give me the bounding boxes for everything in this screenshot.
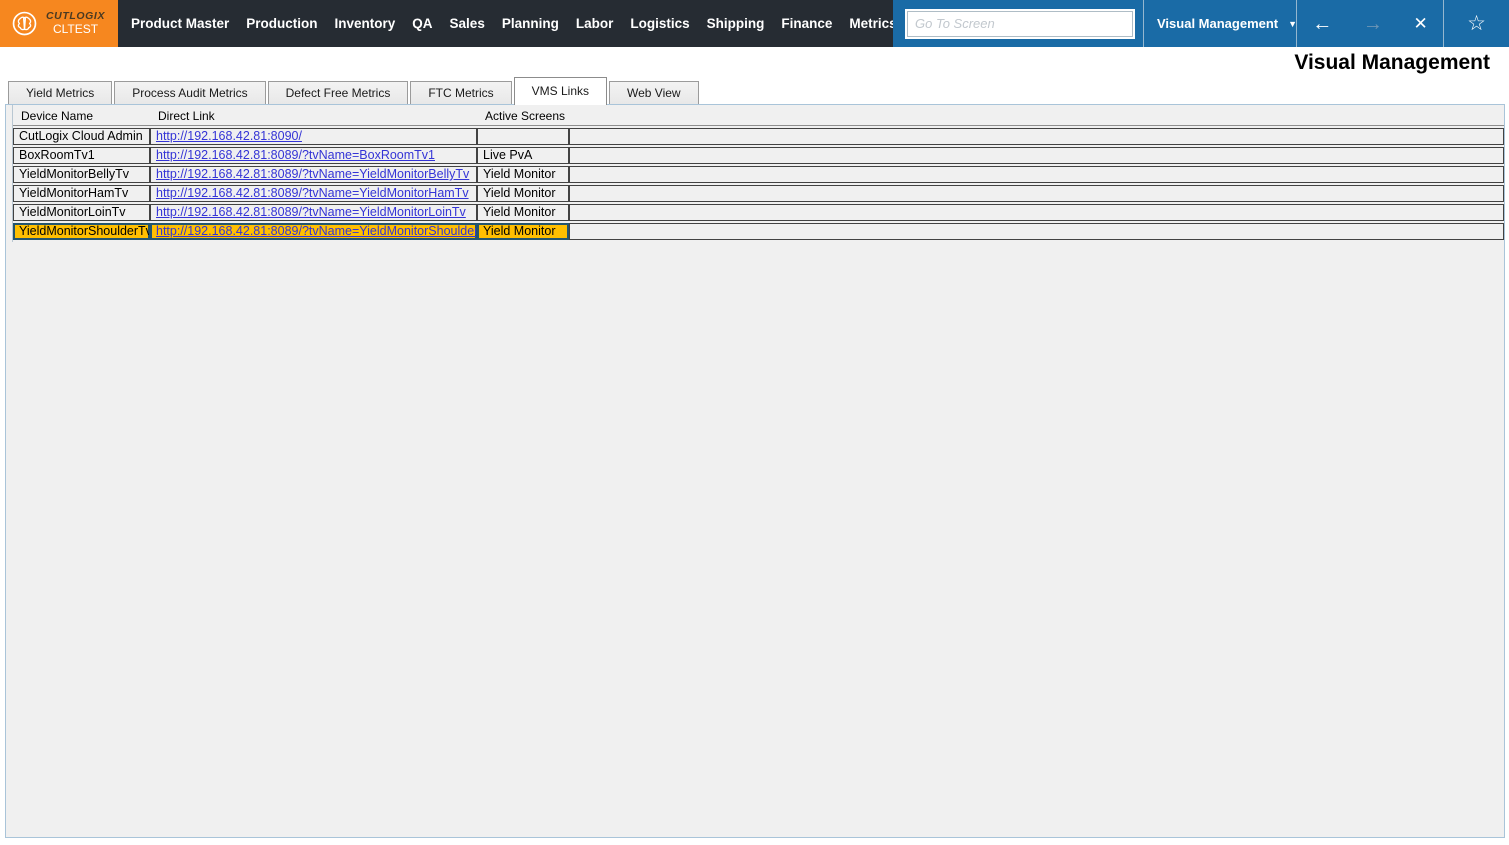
active-screens-cell[interactable]: Live PvA <box>477 147 569 164</box>
page-title: Visual Management <box>1294 51 1490 74</box>
menu-item[interactable]: Inventory <box>335 16 396 31</box>
menu-item[interactable]: Logistics <box>630 16 689 31</box>
filler-cell <box>569 128 1504 145</box>
active-screens-cell[interactable]: Yield Monitor <box>477 204 569 221</box>
direct-link[interactable]: http://192.168.42.81:8089/?tvName=YieldM… <box>156 224 476 238</box>
brand-name: CUTLOGIX <box>46 9 106 22</box>
favorite-group: ☆ <box>1444 13 1509 34</box>
tab[interactable]: VMS Links <box>513 77 608 105</box>
environment-label: CLTEST <box>52 22 99 37</box>
menu-item[interactable]: QA <box>412 16 432 31</box>
direct-link-cell[interactable]: http://192.168.42.81:8089/?tvName=YieldM… <box>150 166 477 183</box>
filler-cell <box>569 223 1504 240</box>
go-to-screen-input[interactable] <box>905 8 1135 39</box>
table-row[interactable]: YieldMonitorLoinTv http://192.168.42.81:… <box>13 204 1504 221</box>
device-links-grid: Device Name Direct Link Active Screens C… <box>12 105 1504 242</box>
vms-links-panel: Device Name Direct Link Active Screens C… <box>5 104 1505 838</box>
cutlogix-brain-logo-icon <box>12 11 37 36</box>
app-logo: CUTLOGIX CLTEST <box>0 0 118 47</box>
menu-item[interactable]: Production <box>246 16 317 31</box>
active-screens-cell[interactable] <box>477 128 569 145</box>
divider <box>1296 0 1297 47</box>
direct-link[interactable]: http://192.168.42.81:8089/?tvName=YieldM… <box>156 186 469 200</box>
table-row[interactable]: YieldMonitorShoulderTv http://192.168.42… <box>13 223 1504 240</box>
screen-selector-dropdown[interactable]: Visual Management ▼ <box>1144 16 1297 31</box>
menu-item[interactable]: Finance <box>781 16 832 31</box>
tab[interactable]: Defect Free Metrics <box>267 81 409 104</box>
device-name-cell[interactable]: YieldMonitorHamTv <box>13 185 150 202</box>
active-screens-cell[interactable]: Yield Monitor <box>477 185 569 202</box>
column-header-active-screens[interactable]: Active Screens <box>477 107 569 126</box>
filler-cell <box>569 204 1504 221</box>
filler-cell <box>569 185 1504 202</box>
table-row[interactable]: YieldMonitorHamTv http://192.168.42.81:8… <box>13 185 1504 202</box>
screen-selector-label: Visual Management <box>1157 16 1279 31</box>
close-icon[interactable]: ✕ <box>1413 15 1427 32</box>
device-name-cell[interactable]: CutLogix Cloud Admin <box>13 128 150 145</box>
divider <box>1443 0 1444 47</box>
direct-link-cell[interactable]: http://192.168.42.81:8089/?tvName=BoxRoo… <box>150 147 477 164</box>
table-row[interactable]: CutLogix Cloud Admin http://192.168.42.8… <box>13 128 1504 145</box>
direct-link-cell[interactable]: http://192.168.42.81:8089/?tvName=YieldM… <box>150 185 477 202</box>
table-row[interactable]: YieldMonitorBellyTv http://192.168.42.81… <box>13 166 1504 183</box>
direct-link-cell[interactable]: http://192.168.42.81:8090/ <box>150 128 477 145</box>
table-row[interactable]: BoxRoomTv1 http://192.168.42.81:8089/?tv… <box>13 147 1504 164</box>
direct-link-cell[interactable]: http://192.168.42.81:8089/?tvName=YieldM… <box>150 223 477 240</box>
device-links-table: Device Name Direct Link Active Screens C… <box>13 105 1504 242</box>
filler-cell <box>569 166 1504 183</box>
tab[interactable]: Yield Metrics <box>8 81 113 104</box>
menu-item[interactable]: Shipping <box>707 16 765 31</box>
top-bar: CUTLOGIX CLTEST Product Master Production… <box>0 0 1509 47</box>
column-header-device-name[interactable]: Device Name <box>13 107 150 126</box>
tab[interactable]: Process Audit Metrics <box>114 81 266 104</box>
menu-item[interactable]: Sales <box>450 16 485 31</box>
device-name-cell[interactable]: YieldMonitorLoinTv <box>13 204 150 221</box>
table-body: CutLogix Cloud Admin http://192.168.42.8… <box>13 128 1504 240</box>
direct-link[interactable]: http://192.168.42.81:8089/?tvName=YieldM… <box>156 167 469 181</box>
tab[interactable]: Web View <box>609 81 699 104</box>
filler-cell <box>569 147 1504 164</box>
direct-link[interactable]: http://192.168.42.81:8089/?tvName=BoxRoo… <box>156 148 435 162</box>
device-name-cell[interactable]: BoxRoomTv1 <box>13 147 150 164</box>
menu-item[interactable]: Metrics <box>849 16 896 31</box>
top-bar-right: Visual Management ▼ ← → ✕ ☆ <box>893 0 1509 47</box>
divider <box>1143 0 1144 47</box>
tab-strip: Yield Metrics Process Audit Metrics Defect… <box>8 76 701 105</box>
active-screens-cell[interactable]: Yield Monitor <box>477 166 569 183</box>
direct-link[interactable]: http://192.168.42.81:8090/ <box>156 129 302 143</box>
favorite-star-icon[interactable]: ☆ <box>1467 13 1486 34</box>
main-menu: Product Master Production Inventory QA Sales… <box>118 0 962 47</box>
forward-arrow-icon[interactable]: → <box>1363 14 1383 34</box>
tab[interactable]: FTC Metrics <box>410 81 512 104</box>
column-header-direct-link[interactable]: Direct Link <box>150 107 477 126</box>
menu-item[interactable]: Product Master <box>131 16 229 31</box>
menu-item[interactable]: Labor <box>576 16 614 31</box>
device-name-cell[interactable]: YieldMonitorShoulderTv <box>13 223 150 240</box>
active-screens-cell[interactable]: Yield Monitor <box>477 223 569 240</box>
direct-link-cell[interactable]: http://192.168.42.81:8089/?tvName=YieldM… <box>150 204 477 221</box>
direct-link[interactable]: http://192.168.42.81:8089/?tvName=YieldM… <box>156 205 466 219</box>
column-header-filler <box>569 107 1504 126</box>
menu-item[interactable]: Planning <box>502 16 559 31</box>
logo-text: CUTLOGIX CLTEST <box>46 9 106 37</box>
device-name-cell[interactable]: YieldMonitorBellyTv <box>13 166 150 183</box>
navigation-buttons: ← → ✕ <box>1297 14 1443 34</box>
back-arrow-icon[interactable]: ← <box>1312 14 1332 34</box>
header-row: Device Name Direct Link Active Screens <box>13 107 1504 126</box>
